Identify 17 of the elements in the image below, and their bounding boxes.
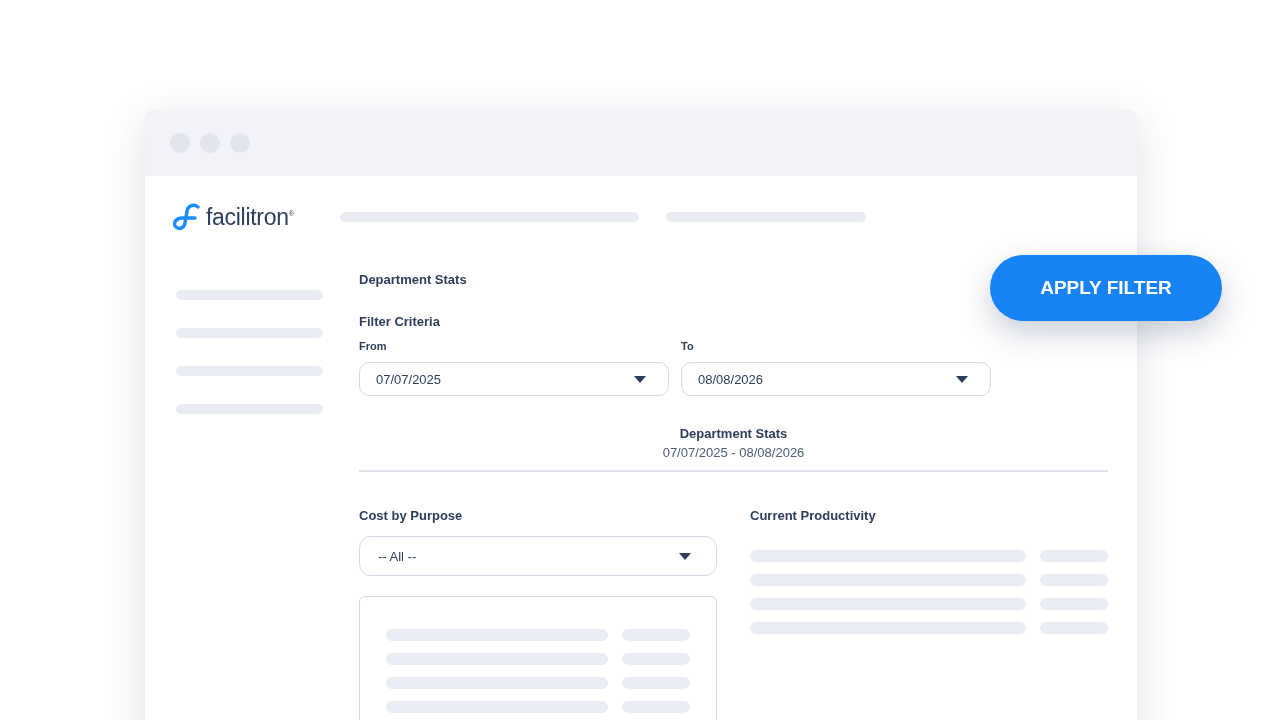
brand-name: facilitron$^{®}$ xyxy=(206,203,294,231)
field-label: To xyxy=(681,340,694,352)
caret-icon xyxy=(634,375,646,383)
date-dropdown[interactable]: 07/07/2025 xyxy=(359,362,669,396)
caret-icon xyxy=(679,552,691,560)
logo-icon xyxy=(173,203,200,231)
date-range: 07/07/2025 - 08/08/2026 xyxy=(662,445,805,460)
panel-title: Current Productivity xyxy=(750,508,876,523)
date-dropdown[interactable]: 08/08/2026 xyxy=(681,362,991,396)
summary-title: Department Stats xyxy=(679,426,788,441)
panel-title: Cost by Purpose xyxy=(359,508,463,523)
apply-filter-button[interactable]: APPLY FILTER xyxy=(990,255,1222,321)
caret-icon xyxy=(956,375,968,383)
page-title: Department Stats xyxy=(359,272,467,287)
section-title: Filter Criteria xyxy=(359,314,440,329)
field-label: From xyxy=(359,340,387,352)
purpose-dropdown[interactable]: -- All -- xyxy=(359,536,717,576)
